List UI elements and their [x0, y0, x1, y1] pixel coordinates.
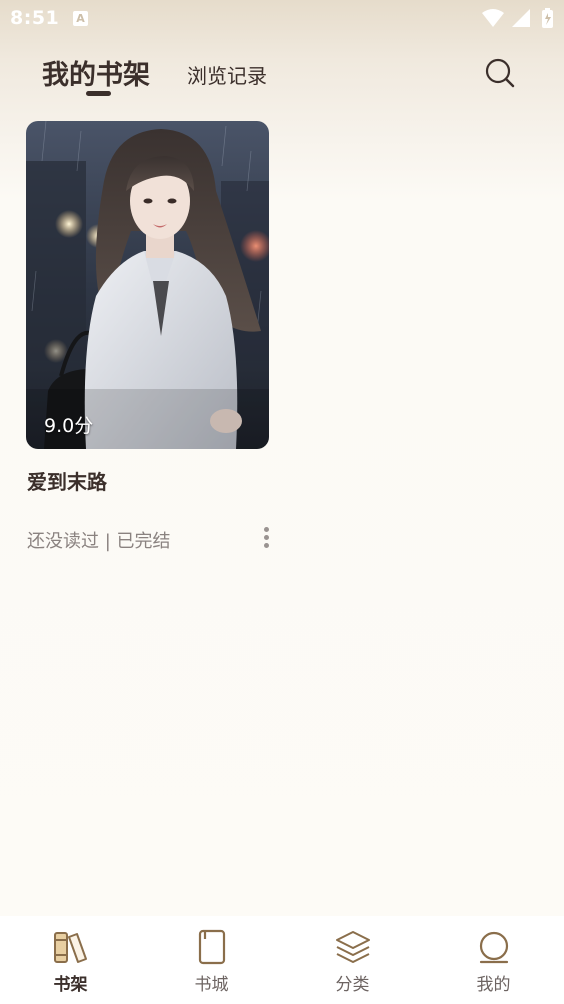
nav-label-bookstore: 书城: [194, 975, 229, 995]
book-title[interactable]: 爱到末路: [27, 466, 107, 495]
notification-a-icon: A: [73, 11, 88, 26]
nav-label-categories: 分类: [335, 975, 370, 995]
book-rating: 9.0分: [44, 415, 94, 437]
profile-icon: [479, 931, 508, 964]
nav-item-bookstore[interactable]: 书城: [141, 916, 282, 1004]
nav-label-bookshelf: 书架: [53, 975, 88, 995]
tab-browsing-history[interactable]: 浏览记录: [187, 60, 267, 89]
bottom-navigation: 书架 书城 分类 我的: [0, 916, 564, 1004]
nav-item-categories[interactable]: 分类: [282, 916, 423, 1004]
book-card[interactable]: 9.0分 爱到末路 还没读过 | 已完结: [26, 121, 269, 561]
status-bar: 8:51 A: [0, 0, 564, 38]
cover-illustration: [26, 121, 269, 449]
bookshelf-icon: [53, 932, 87, 963]
wifi-icon: [482, 9, 504, 27]
nav-item-profile[interactable]: 我的: [423, 916, 564, 1004]
nav-label-profile: 我的: [476, 975, 511, 995]
status-icons: [482, 8, 553, 28]
book-reading-status: 还没读过 | 已完结: [27, 531, 171, 552]
book-cover[interactable]: 9.0分: [26, 121, 269, 449]
more-options-icon[interactable]: [256, 525, 276, 551]
signal-icon: [512, 9, 530, 27]
status-time: 8:51: [10, 7, 60, 29]
layers-icon: [335, 931, 370, 963]
search-icon[interactable]: [484, 57, 516, 89]
nav-item-bookshelf[interactable]: 书架: [0, 916, 141, 1004]
tab-my-bookshelf[interactable]: 我的书架: [42, 53, 150, 92]
active-tab-indicator: [86, 91, 111, 96]
book-icon: [198, 929, 225, 965]
